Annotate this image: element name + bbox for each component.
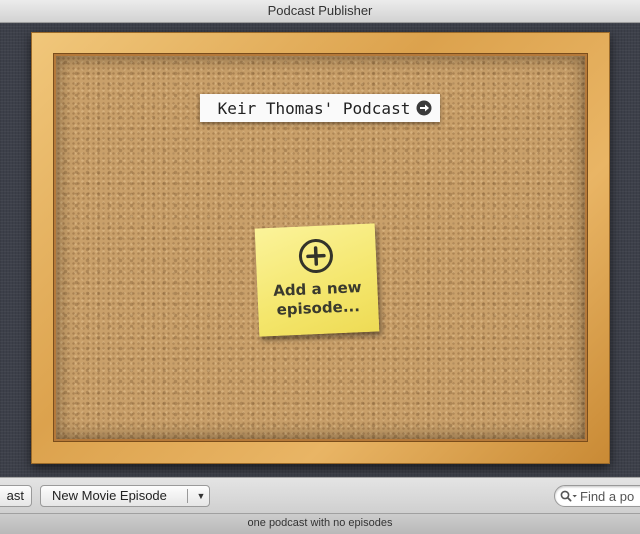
search-field[interactable] [554,485,640,507]
bottom-toolbar: ast New Movie Episode ▼ [0,477,640,514]
button-divider [187,489,188,503]
window-title: Podcast Publisher [267,3,373,18]
podcast-title-label[interactable]: Keir Thomas' Podcast [200,94,440,122]
new-movie-episode-label: New Movie Episode [52,488,167,503]
new-movie-episode-button[interactable]: New Movie Episode ▼ [40,485,210,507]
status-text: one podcast with no episodes [247,517,393,529]
search-input[interactable] [580,487,640,505]
circle-arrow-right-icon[interactable] [416,100,432,116]
window-title-bar: Podcast Publisher [0,0,640,23]
status-bar: one podcast with no episodes [0,513,640,534]
podcast-title: Keir Thomas' Podcast [217,98,411,118]
circle-plus-icon [298,239,333,274]
add-episode-text: Add a new episode... [272,278,362,319]
add-episode-sticky-note[interactable]: Add a new episode... [254,223,380,337]
new-podcast-button[interactable]: ast [0,485,32,507]
triangle-down-icon[interactable]: ▼ [191,486,211,506]
magnifier-icon[interactable] [560,490,578,503]
new-podcast-button-label: ast [6,488,24,503]
